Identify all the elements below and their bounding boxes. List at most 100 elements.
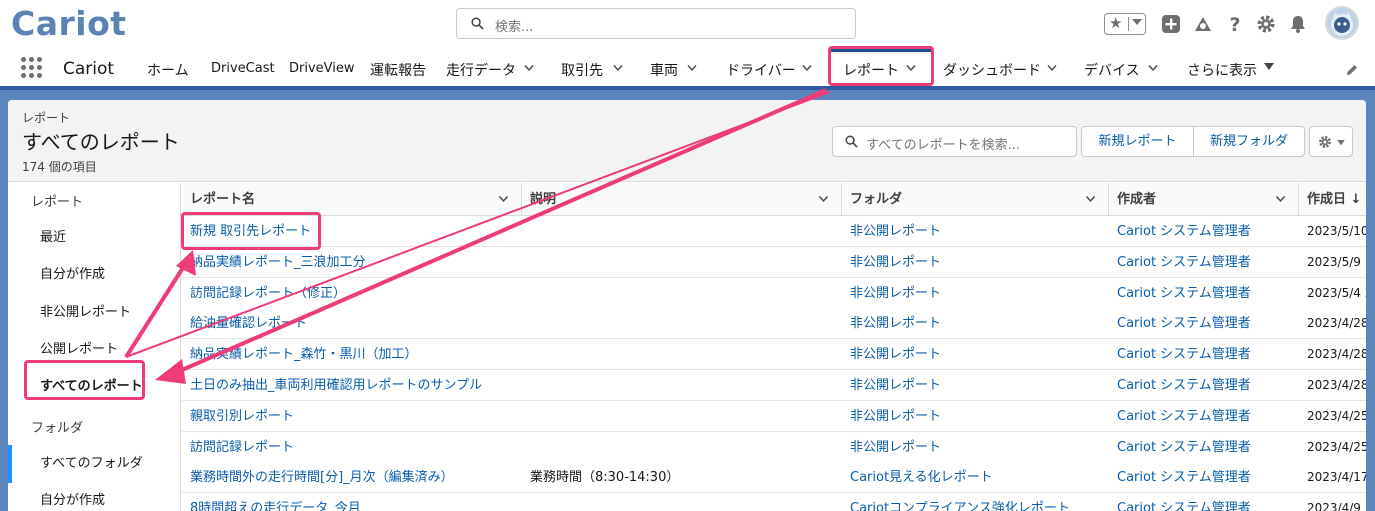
folder-link[interactable]: 非公開レポート bbox=[850, 216, 1105, 247]
item-count: 174 個の項目 bbox=[22, 160, 97, 174]
folder-link[interactable]: 非公開レポート bbox=[850, 278, 1105, 309]
folder-link[interactable]: 非公開レポート bbox=[850, 308, 1105, 339]
report-name-link[interactable]: 業務時間外の走行時間[分]_月次（編集済み） bbox=[190, 462, 520, 493]
report-name-link[interactable]: 訪問記録レポート bbox=[190, 432, 520, 463]
report-name-link[interactable]: 給油量確認レポート bbox=[190, 308, 520, 339]
folder-link[interactable]: 非公開レポート bbox=[850, 339, 1105, 370]
folder-link[interactable]: 非公開レポート bbox=[850, 432, 1105, 463]
devices-chevron-down-icon[interactable] bbox=[1148, 64, 1158, 72]
nav-item-drivecast[interactable]: DriveCast bbox=[211, 61, 275, 76]
report-name-link[interactable]: 納品実績レポート_三浪加工分 bbox=[190, 247, 520, 278]
list-settings-button[interactable] bbox=[1309, 126, 1353, 157]
created-by-link[interactable]: Cariot システム管理者 bbox=[1117, 462, 1297, 493]
folder-link[interactable]: Cariot見える化レポート bbox=[850, 462, 1105, 493]
created-by-link[interactable]: Cariot システム管理者 bbox=[1117, 216, 1297, 247]
accounts-chevron-down-icon[interactable] bbox=[613, 64, 623, 72]
sidebar-item-all-folders[interactable]: すべてのフォルダ bbox=[40, 452, 143, 471]
column-header-description[interactable]: 説明 bbox=[522, 183, 842, 216]
sidebar-item-private-reports[interactable]: 非公開レポート bbox=[40, 301, 131, 320]
chevron-down-icon[interactable] bbox=[498, 195, 509, 203]
dashboards-chevron-down-icon[interactable] bbox=[1047, 64, 1057, 72]
report-description bbox=[530, 432, 840, 463]
created-by-link[interactable]: Cariot システム管理者 bbox=[1117, 339, 1297, 370]
nav-item-home[interactable]: ホーム bbox=[147, 60, 189, 80]
report-name-link[interactable]: 親取引別レポート bbox=[190, 401, 520, 432]
column-header-created-date[interactable]: 作成日 ↓ bbox=[1299, 183, 1366, 216]
folder-link[interactable]: 非公開レポート bbox=[850, 401, 1105, 432]
nav-item-more[interactable]: さらに表示 bbox=[1187, 60, 1257, 80]
vehicles-chevron-down-icon[interactable] bbox=[687, 64, 697, 72]
report-name-link[interactable]: 納品実績レポート_森竹・黒川（加工） bbox=[190, 339, 520, 370]
trailhead-icon[interactable] bbox=[1193, 14, 1213, 34]
created-date: 2023/5/10 bbox=[1307, 224, 1366, 238]
nav-item-vehicles[interactable]: 車両 bbox=[650, 60, 678, 80]
nav-item-driving-report[interactable]: 運転報告 bbox=[370, 60, 426, 80]
favorites-dropdown-icon[interactable] bbox=[1132, 19, 1142, 25]
nav-item-reports[interactable]: レポート bbox=[843, 60, 899, 80]
reports-chevron-down-icon[interactable] bbox=[906, 64, 916, 72]
global-search-input[interactable]: 検索... bbox=[456, 8, 856, 39]
app-logo[interactable]: Cariot bbox=[11, 4, 127, 43]
table-header: レポート名 説明 フォルダ 作成者 作成日 ↓ bbox=[182, 183, 1366, 216]
favorites-button[interactable]: ★ bbox=[1104, 13, 1146, 35]
user-avatar[interactable] bbox=[1325, 6, 1359, 40]
column-label: 作成日 ↓ bbox=[1307, 192, 1362, 207]
created-by-link[interactable]: Cariot システム管理者 bbox=[1117, 432, 1297, 463]
sidebar-heading-folders: フォルダ bbox=[31, 421, 84, 436]
column-label: 説明 bbox=[530, 192, 557, 207]
folder-link[interactable]: Cariotコンプライアンス強化レポート bbox=[850, 493, 1105, 511]
nav-item-driveview[interactable]: DriveView bbox=[289, 61, 355, 76]
report-description bbox=[530, 493, 840, 511]
all-reports-highlight bbox=[24, 360, 145, 400]
report-description bbox=[530, 339, 840, 370]
report-name-link[interactable]: 8時間超えの走行データ_今月 bbox=[190, 493, 520, 511]
active-tab-indicator bbox=[831, 49, 931, 52]
sidebar-heading-reports: レポート bbox=[31, 195, 84, 210]
created-by-link[interactable]: Cariot システム管理者 bbox=[1117, 401, 1297, 432]
chevron-down-icon[interactable] bbox=[1085, 195, 1096, 203]
column-header-folder[interactable]: フォルダ bbox=[842, 183, 1109, 216]
breadcrumb[interactable]: レポート bbox=[22, 109, 70, 126]
table-row: 業務時間外の走行時間[分]_月次（編集済み） 業務時間（8:30-14:30） Ca… bbox=[182, 462, 1366, 494]
more-caret-down-icon[interactable] bbox=[1264, 63, 1274, 71]
nav-item-dashboards[interactable]: ダッシュボード bbox=[943, 60, 1041, 80]
column-header-created-by[interactable]: 作成者 bbox=[1109, 183, 1299, 216]
search-icon bbox=[845, 135, 858, 148]
folder-link[interactable]: 非公開レポート bbox=[850, 370, 1105, 401]
created-by-link[interactable]: Cariot システム管理者 bbox=[1117, 247, 1297, 278]
setup-gear-icon[interactable] bbox=[1256, 14, 1276, 34]
table-row: 新規 取引先レポート 非公開レポート Cariot システム管理者 2023/5/10 bbox=[182, 216, 1366, 247]
new-folder-button[interactable]: 新規フォルダ bbox=[1194, 127, 1304, 156]
drivers-chevron-down-icon[interactable] bbox=[802, 64, 812, 72]
chevron-down-icon[interactable] bbox=[818, 195, 829, 203]
app-launcher-icon[interactable] bbox=[21, 57, 43, 79]
help-icon[interactable]: ? bbox=[1225, 14, 1245, 34]
sidebar-item-created-by-me[interactable]: 自分が作成 bbox=[40, 263, 105, 282]
table-row: 8時間超えの走行データ_今月 Cariotコンプライアンス強化レポート Cariot… bbox=[182, 493, 1366, 511]
chevron-down-icon[interactable] bbox=[1275, 195, 1286, 203]
notifications-bell-icon[interactable] bbox=[1288, 14, 1308, 34]
nav-item-drivers[interactable]: ドライバー bbox=[726, 60, 796, 80]
report-search-input[interactable]: すべてのレポートを検索... bbox=[832, 126, 1077, 157]
report-description bbox=[530, 247, 840, 278]
sidebar-item-public-reports[interactable]: 公開レポート bbox=[40, 338, 118, 357]
new-report-button[interactable]: 新規レポート bbox=[1082, 127, 1193, 156]
report-name-link[interactable]: 訪問記録レポート（修正） bbox=[190, 278, 520, 309]
star-icon: ★ bbox=[1109, 14, 1123, 32]
created-date: 2023/4/28 bbox=[1307, 316, 1366, 331]
folder-link[interactable]: 非公開レポート bbox=[850, 247, 1105, 278]
nav-item-trip-data[interactable]: 走行データ bbox=[446, 60, 516, 80]
global-create-icon[interactable] bbox=[1161, 14, 1181, 34]
edit-nav-pencil-icon[interactable] bbox=[1345, 63, 1359, 77]
created-by-link[interactable]: Cariot システム管理者 bbox=[1117, 493, 1297, 511]
sidebar-item-folders-created-by-me[interactable]: 自分が作成 bbox=[40, 489, 105, 508]
nav-item-accounts[interactable]: 取引先 bbox=[561, 60, 603, 80]
nav-item-devices[interactable]: デバイス bbox=[1084, 60, 1140, 80]
created-by-link[interactable]: Cariot システム管理者 bbox=[1117, 370, 1297, 401]
created-by-link[interactable]: Cariot システム管理者 bbox=[1117, 278, 1297, 309]
created-by-link[interactable]: Cariot システム管理者 bbox=[1117, 308, 1297, 339]
report-name-link[interactable]: 土日のみ抽出_車両利用確認用レポートのサンプル bbox=[190, 370, 520, 401]
sidebar-item-recent[interactable]: 最近 bbox=[40, 226, 66, 245]
gear-icon bbox=[1319, 136, 1331, 148]
trip-data-chevron-down-icon[interactable] bbox=[524, 64, 534, 72]
